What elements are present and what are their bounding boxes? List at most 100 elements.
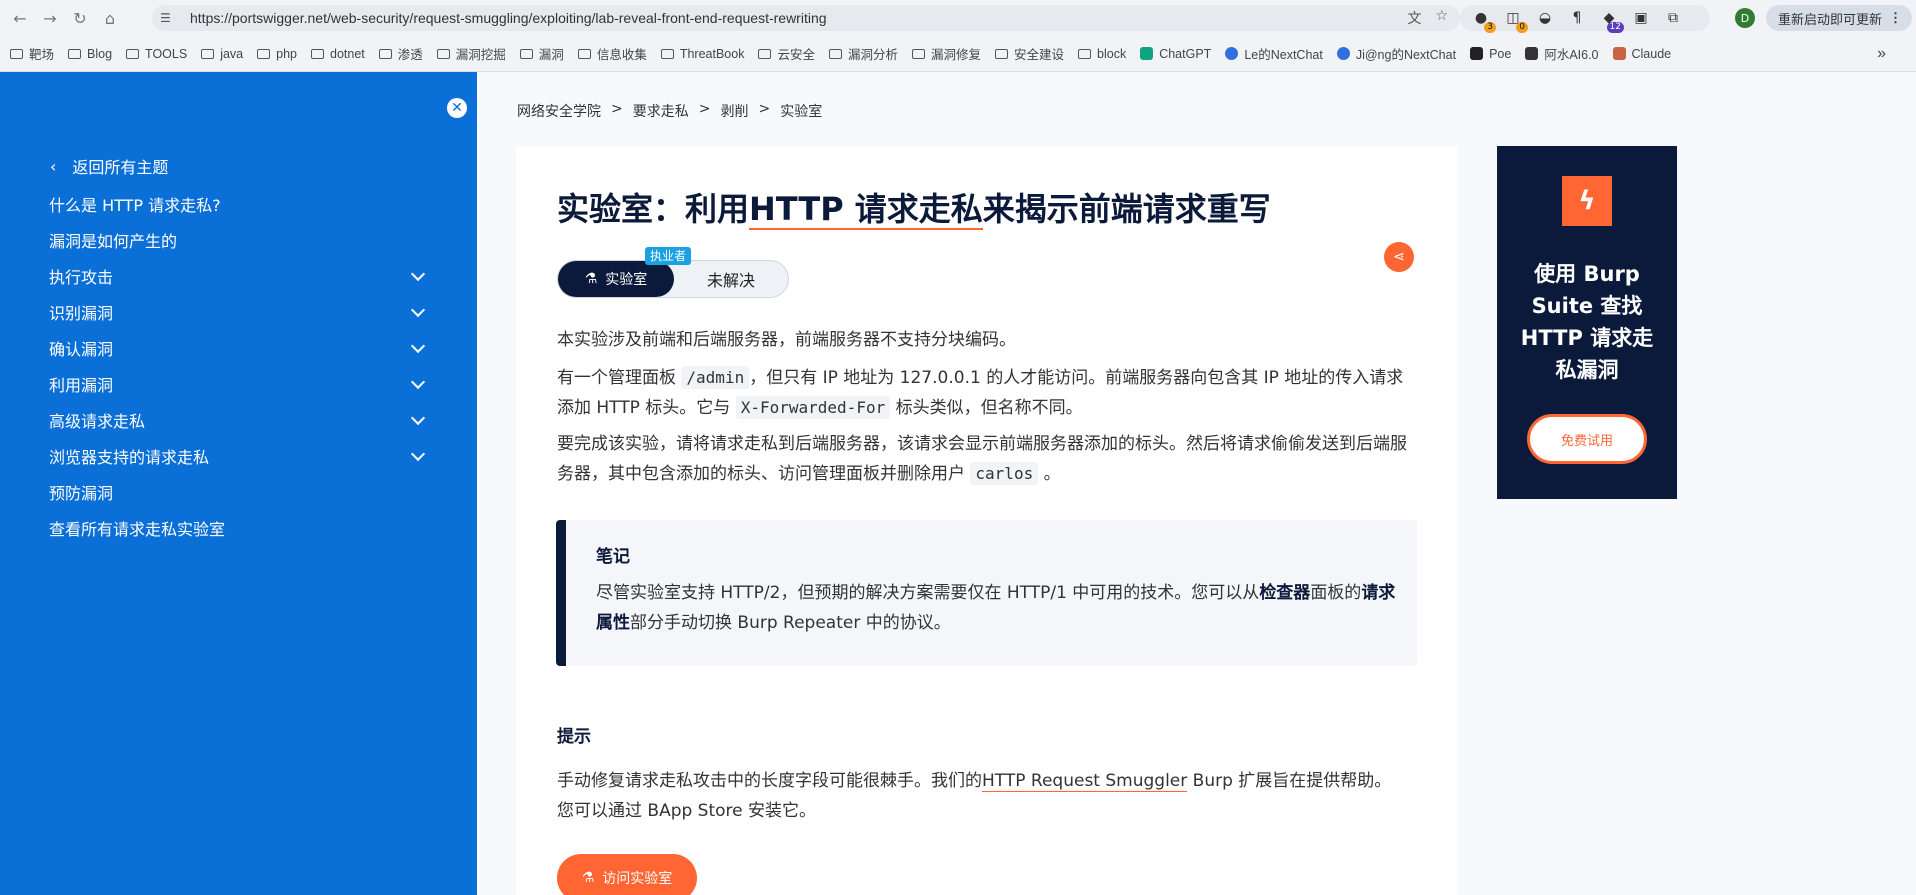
breadcrumb-current[interactable]: 实验室 bbox=[780, 101, 822, 121]
hint-title: 提示 bbox=[557, 727, 591, 747]
bookmark-folder[interactable]: ThreatBook bbox=[660, 47, 744, 61]
extension-icon[interactable]: ◆ 12 bbox=[1600, 9, 1624, 33]
bookmark-folder[interactable]: 漏洞 bbox=[519, 44, 564, 63]
sidebar-item[interactable]: 漏洞是如何产生的 bbox=[49, 222, 429, 258]
breadcrumb-link[interactable]: 网络安全学院 bbox=[517, 101, 601, 121]
bookmark-folder[interactable]: 漏洞分析 bbox=[828, 44, 898, 63]
bookmark-folder[interactable]: 漏洞修复 bbox=[911, 44, 981, 63]
bookmark-folder[interactable]: block bbox=[1078, 47, 1126, 61]
extension-icon[interactable]: ¶ bbox=[1568, 9, 1586, 27]
browser-toolbar: ← → ↻ ⌂ ☰ https://portswigger.net/web-se… bbox=[0, 0, 1916, 36]
level-badge: 执业者 bbox=[645, 247, 692, 265]
bookmark-folder[interactable]: php bbox=[257, 47, 297, 61]
smuggler-extension-link[interactable]: HTTP Request Smuggler bbox=[982, 771, 1188, 792]
title-link[interactable]: HTTP 请求走私 bbox=[749, 190, 983, 230]
back-to-topics-link[interactable]: ‹ 返回所有主题 bbox=[50, 154, 168, 178]
forward-arrow-icon[interactable]: → bbox=[38, 6, 62, 30]
extension-icon[interactable]: ◫ 0 bbox=[1504, 9, 1528, 33]
bookmark-link[interactable]: 阿水AI6.0 bbox=[1525, 44, 1599, 63]
sidebar-item[interactable]: 确认漏洞 bbox=[49, 330, 429, 366]
close-icon[interactable]: ✕ bbox=[447, 98, 467, 118]
ai-icon bbox=[1525, 47, 1539, 60]
bookmark-folder[interactable]: java bbox=[201, 47, 243, 61]
home-icon[interactable]: ⌂ bbox=[98, 6, 122, 30]
sidebar-item[interactable]: 高级请求走私 bbox=[49, 402, 429, 438]
bookmark-folder[interactable]: 云安全 bbox=[758, 44, 815, 63]
access-lab-button[interactable]: ⚗ 访问实验室 bbox=[557, 854, 697, 895]
breadcrumb-link[interactable]: 剥削 bbox=[720, 101, 748, 121]
folder-icon bbox=[126, 48, 140, 59]
topic-sidebar: ✕ ‹ 返回所有主题 什么是 HTTP 请求走私? 漏洞是如何产生的 执行攻击 … bbox=[0, 72, 477, 895]
folder-icon bbox=[1078, 48, 1092, 59]
sidebar-item[interactable]: 识别漏洞 bbox=[49, 294, 429, 330]
reload-icon[interactable]: ↻ bbox=[68, 6, 92, 30]
site-settings-icon[interactable]: ☰ bbox=[160, 11, 178, 25]
solved-status: 未解决 bbox=[706, 271, 755, 290]
bookmark-folder[interactable]: 漏洞挖掘 bbox=[436, 44, 506, 63]
translate-icon[interactable]: 文 bbox=[1407, 8, 1421, 28]
chatgpt-icon bbox=[1140, 47, 1154, 60]
sidebar-item[interactable]: 浏览器支持的请求走私 bbox=[49, 438, 429, 474]
bookmark-link[interactable]: ChatGPT bbox=[1140, 47, 1211, 61]
bookmark-folder[interactable]: 渗透 bbox=[378, 44, 423, 63]
sidebar-item[interactable]: 执行攻击 bbox=[49, 258, 429, 294]
chevron-down-icon[interactable] bbox=[410, 338, 426, 354]
folder-icon bbox=[311, 48, 324, 59]
folder-icon bbox=[758, 48, 772, 59]
bookmarks-bar: 靶场 Blog TOOLS java php dotnet 渗透 漏洞挖掘 漏洞… bbox=[0, 36, 1916, 72]
lab-badge: ⚗ 实验室 bbox=[558, 261, 674, 297]
burp-logo-icon: ϟ bbox=[1562, 176, 1612, 226]
folder-icon bbox=[828, 48, 842, 59]
folder-icon bbox=[995, 48, 1008, 59]
flask-icon: ⚗ bbox=[584, 271, 598, 287]
bookmark-folder[interactable]: Blog bbox=[68, 47, 112, 61]
bookmark-link[interactable]: Poe bbox=[1470, 47, 1511, 61]
address-bar[interactable]: ☰ https://portswigger.net/web-security/r… bbox=[152, 5, 1460, 31]
sidebar-item[interactable]: 什么是 HTTP 请求走私? bbox=[49, 186, 429, 222]
folder-icon bbox=[911, 48, 925, 59]
chevron-down-icon[interactable] bbox=[410, 266, 426, 282]
sidebar-item[interactable]: 利用漏洞 bbox=[49, 366, 429, 402]
bookmark-link[interactable]: Le的NextChat bbox=[1225, 44, 1323, 63]
profile-avatar[interactable]: D bbox=[1735, 8, 1755, 28]
description-paragraph: 本实验涉及前端和后端服务器，前端服务器不支持分块编码。 bbox=[557, 330, 1016, 350]
breadcrumb: 网络安全学院 > 要求走私 > 剥削 > 实验室 bbox=[517, 101, 823, 121]
nextchat-icon bbox=[1336, 47, 1350, 60]
note-text: 尽管实验室支持 HTTP/2，但预期的解决方案需要仅在 HTTP/1 中可用的技… bbox=[596, 583, 1396, 633]
folder-icon bbox=[257, 48, 271, 59]
chevron-down-icon[interactable] bbox=[410, 410, 426, 426]
bookmark-folder[interactable]: dotnet bbox=[311, 47, 365, 61]
back-arrow-icon[interactable]: ← bbox=[8, 6, 32, 30]
bookmark-folder[interactable]: TOOLS bbox=[126, 47, 187, 61]
folder-icon bbox=[201, 48, 215, 59]
url-text[interactable]: https://portswigger.net/web-security/req… bbox=[190, 10, 827, 26]
folder-icon bbox=[660, 48, 674, 59]
extension-icon[interactable]: ● 3 bbox=[1472, 9, 1496, 33]
extensions-puzzle-icon[interactable]: ⧉ bbox=[1664, 9, 1682, 27]
claude-icon bbox=[1612, 47, 1626, 60]
bookmarks-overflow-icon[interactable]: » bbox=[1877, 45, 1886, 63]
share-icon[interactable]: ⋖ bbox=[1384, 242, 1414, 272]
chevron-down-icon[interactable] bbox=[410, 446, 426, 462]
note-box: 笔记 尽管实验室支持 HTTP/2，但预期的解决方案需要仅在 HTTP/1 中可… bbox=[556, 520, 1417, 666]
sidebar-item[interactable]: 预防漏洞 bbox=[49, 474, 429, 510]
extension-icon[interactable]: ◒ bbox=[1536, 9, 1554, 27]
breadcrumb-link[interactable]: 要求走私 bbox=[633, 101, 689, 121]
update-button[interactable]: 重新启动即可更新 ⋮ bbox=[1766, 5, 1912, 31]
ad-text: 使用 Burp Suite 查找 HTTP 请求走私漏洞 bbox=[1520, 262, 1654, 382]
sidebar-item[interactable]: 查看所有请求走私实验室 bbox=[49, 510, 429, 546]
update-label: 重新启动即可更新 bbox=[1778, 11, 1883, 27]
extension-icon[interactable]: ▣ bbox=[1632, 9, 1650, 27]
bookmark-folder[interactable]: 安全建设 bbox=[995, 44, 1064, 63]
chevron-down-icon[interactable] bbox=[410, 302, 426, 318]
bookmark-folder[interactable]: 信息收集 bbox=[577, 44, 647, 63]
menu-dots-icon[interactable]: ⋮ bbox=[1889, 10, 1902, 26]
bookmark-link[interactable]: Ji@ng的NextChat bbox=[1336, 44, 1456, 63]
free-trial-button[interactable]: 免费试用 bbox=[1527, 414, 1647, 464]
bookmark-folder[interactable]: 靶场 bbox=[10, 44, 54, 63]
note-title: 笔记 bbox=[596, 547, 630, 567]
bookmark-link[interactable]: Claude bbox=[1612, 47, 1671, 61]
chevron-down-icon[interactable] bbox=[410, 374, 426, 390]
description-paragraph: 要完成该实验，请将请求走私到后端服务器，该请求会显示前端服务器添加的标头。然后将… bbox=[557, 434, 1407, 485]
bookmark-star-icon[interactable]: ☆ bbox=[1435, 8, 1448, 28]
